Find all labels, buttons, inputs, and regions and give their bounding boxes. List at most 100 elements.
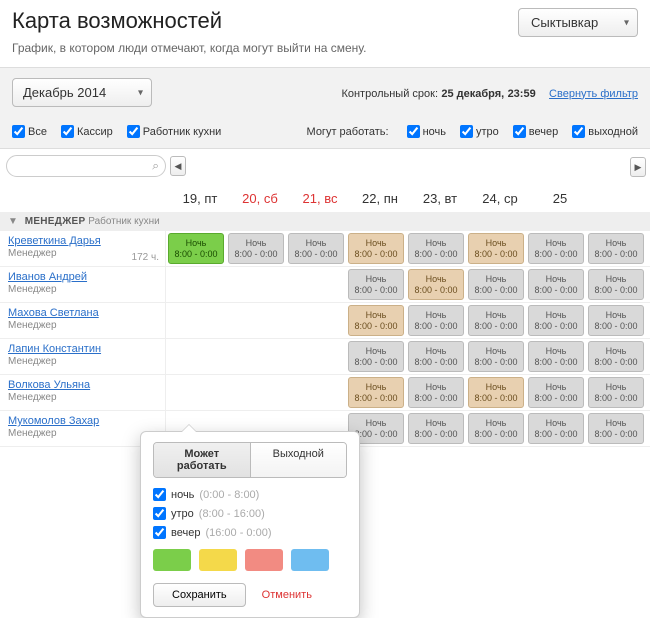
date-header-cell: 22, пн	[350, 185, 410, 212]
shift-cell[interactable]	[226, 303, 286, 338]
shift-cell[interactable]: Ночь8:00 - 0:00	[466, 339, 526, 374]
employee-role: Менеджер	[8, 284, 157, 295]
save-button[interactable]: Сохранить	[153, 583, 246, 607]
shift-cell[interactable]: Ночь8:00 - 0:00	[346, 375, 406, 410]
shift-badge: Ночь8:00 - 0:00	[588, 413, 644, 444]
employee-link[interactable]: Мукомолов Захар	[8, 415, 157, 427]
shift-cell[interactable]: Ночь8:00 - 0:00	[406, 339, 466, 374]
shift-badge: Ночь8:00 - 0:00	[408, 377, 464, 408]
month-select[interactable]: Декабрь 2014	[12, 78, 152, 107]
date-header-cell: 21, вс	[290, 185, 350, 212]
deadline-label: Контрольный срок:	[341, 88, 438, 100]
popup-option[interactable]: вечер (16:00 - 0:00)	[153, 526, 347, 539]
shift-cell[interactable]	[166, 267, 226, 302]
swatch-red[interactable]	[245, 549, 283, 571]
collapse-filter-link[interactable]: Свернуть фильтр	[549, 88, 638, 100]
popup-option[interactable]: ночь (0:00 - 8:00)	[153, 488, 347, 501]
employee-link[interactable]: Махова Светлана	[8, 307, 157, 319]
swatch-yellow[interactable]	[199, 549, 237, 571]
shift-cell[interactable]	[286, 267, 346, 302]
shift-cell[interactable]	[166, 375, 226, 410]
shift-cell[interactable]: Ночь8:00 - 0:00	[406, 375, 466, 410]
shift-cell[interactable]: Ночь8:00 - 0:00	[406, 303, 466, 338]
shift-badge: Ночь8:00 - 0:00	[468, 269, 524, 300]
shift-cell[interactable]: Ночь8:00 - 0:00	[586, 375, 646, 410]
shift-cell[interactable]: Ночь8:00 - 0:00	[346, 303, 406, 338]
shift-badge: Ночь8:00 - 0:00	[288, 233, 344, 264]
popup-option[interactable]: утро (8:00 - 16:00)	[153, 507, 347, 520]
shift-cell[interactable]: Ночь8:00 - 0:00	[526, 339, 586, 374]
shift-badge: Ночь8:00 - 0:00	[408, 269, 464, 300]
shift-badge: Ночь8:00 - 0:00	[468, 413, 524, 444]
shift-badge: Ночь8:00 - 0:00	[468, 377, 524, 408]
shift-cell[interactable]: Ночь8:00 - 0:00	[466, 411, 526, 446]
shift-badge: Ночь8:00 - 0:00	[348, 305, 404, 336]
checkbox-night[interactable]: ночь	[407, 125, 446, 138]
shift-cell[interactable]: Ночь8:00 - 0:00	[406, 411, 466, 446]
employee-link[interactable]: Иванов Андрей	[8, 271, 157, 283]
search-input[interactable]: ⌕	[6, 155, 166, 177]
shift-cell[interactable]	[286, 303, 346, 338]
swatch-green[interactable]	[153, 549, 191, 571]
shift-cell[interactable]	[286, 375, 346, 410]
checkbox-kitchen[interactable]: Работник кухни	[127, 125, 222, 138]
shift-badge: Ночь8:00 - 0:00	[528, 413, 584, 444]
shift-cell[interactable]: Ночь8:00 - 0:00	[346, 231, 406, 266]
shift-cell[interactable]: Ночь8:00 - 0:00	[526, 267, 586, 302]
shift-cell[interactable]: Ночь8:00 - 0:00	[526, 231, 586, 266]
shift-cell[interactable]: Ночь8:00 - 0:00	[586, 231, 646, 266]
checkbox-all[interactable]: Все	[12, 125, 47, 138]
employee-link[interactable]: Лапин Константин	[8, 343, 157, 355]
shift-badge: Ночь8:00 - 0:00	[348, 341, 404, 372]
employee-link[interactable]: Волкова Ульяна	[8, 379, 157, 391]
shift-cell[interactable]: Ночь8:00 - 0:00	[166, 231, 226, 266]
filter-bar: Декабрь 2014 Контрольный срок: 25 декабр…	[0, 67, 650, 149]
shift-cell[interactable]: Ночь8:00 - 0:00	[526, 375, 586, 410]
shift-cell[interactable]: Ночь8:00 - 0:00	[346, 339, 406, 374]
swatch-blue[interactable]	[291, 549, 329, 571]
shift-badge: Ночь8:00 - 0:00	[468, 341, 524, 372]
tab-dayoff[interactable]: Выходной	[250, 443, 347, 477]
cancel-link[interactable]: Отменить	[262, 589, 312, 601]
employee-cell: Иванов АндрейМенеджер	[0, 267, 166, 302]
shift-cell[interactable]: Ночь8:00 - 0:00	[286, 231, 346, 266]
shift-cell[interactable]: Ночь8:00 - 0:00	[586, 267, 646, 302]
checkbox-evening[interactable]: вечер	[513, 125, 558, 138]
shift-cell[interactable]: Ночь8:00 - 0:00	[466, 267, 526, 302]
shift-badge: Ночь8:00 - 0:00	[408, 341, 464, 372]
employee-cell: Махова СветланаМенеджер	[0, 303, 166, 338]
shift-popup: Может работать Выходной ночь (0:00 - 8:0…	[140, 431, 360, 618]
shift-cell[interactable]: Ночь8:00 - 0:00	[226, 231, 286, 266]
shift-cell[interactable]: Ночь8:00 - 0:00	[526, 411, 586, 446]
shift-cell[interactable]: Ночь8:00 - 0:00	[466, 303, 526, 338]
shift-cell[interactable]	[286, 339, 346, 374]
shift-cell[interactable]: Ночь8:00 - 0:00	[586, 411, 646, 446]
checkbox-morning[interactable]: утро	[460, 125, 499, 138]
shift-badge: Ночь8:00 - 0:00	[588, 341, 644, 372]
shift-cell[interactable]: Ночь8:00 - 0:00	[586, 339, 646, 374]
shift-cell[interactable]: Ночь8:00 - 0:00	[346, 267, 406, 302]
employee-link[interactable]: Креветкина Дарья	[8, 235, 157, 247]
shift-cell[interactable]	[226, 267, 286, 302]
group-row[interactable]: ▼ МЕНЕДЖЕР Работник кухни	[0, 212, 650, 231]
shift-cell[interactable]	[166, 339, 226, 374]
shift-badge: Ночь8:00 - 0:00	[408, 413, 464, 444]
shift-cell[interactable]	[226, 375, 286, 410]
city-select[interactable]: Сыктывкар	[518, 8, 638, 37]
shift-cell[interactable]: Ночь8:00 - 0:00	[466, 375, 526, 410]
shift-cell[interactable]: Ночь8:00 - 0:00	[466, 231, 526, 266]
checkbox-cashier[interactable]: Кассир	[61, 125, 113, 138]
shift-cell[interactable]	[226, 339, 286, 374]
deadline-date: 25 декабря,	[441, 88, 504, 100]
shift-cell[interactable]	[166, 303, 226, 338]
scroll-left-button[interactable]: ◀	[170, 156, 186, 176]
shift-badge: Ночь8:00 - 0:00	[348, 233, 404, 264]
checkbox-dayoff[interactable]: выходной	[572, 125, 638, 138]
tab-can-work[interactable]: Может работать	[154, 443, 250, 477]
shift-cell[interactable]: Ночь8:00 - 0:00	[586, 303, 646, 338]
shift-cell[interactable]: Ночь8:00 - 0:00	[406, 231, 466, 266]
shift-cell[interactable]: Ночь8:00 - 0:00	[406, 267, 466, 302]
shift-cell[interactable]: Ночь8:00 - 0:00	[526, 303, 586, 338]
scroll-right-button[interactable]: ▶	[630, 157, 646, 177]
shift-badge: Ночь8:00 - 0:00	[588, 269, 644, 300]
